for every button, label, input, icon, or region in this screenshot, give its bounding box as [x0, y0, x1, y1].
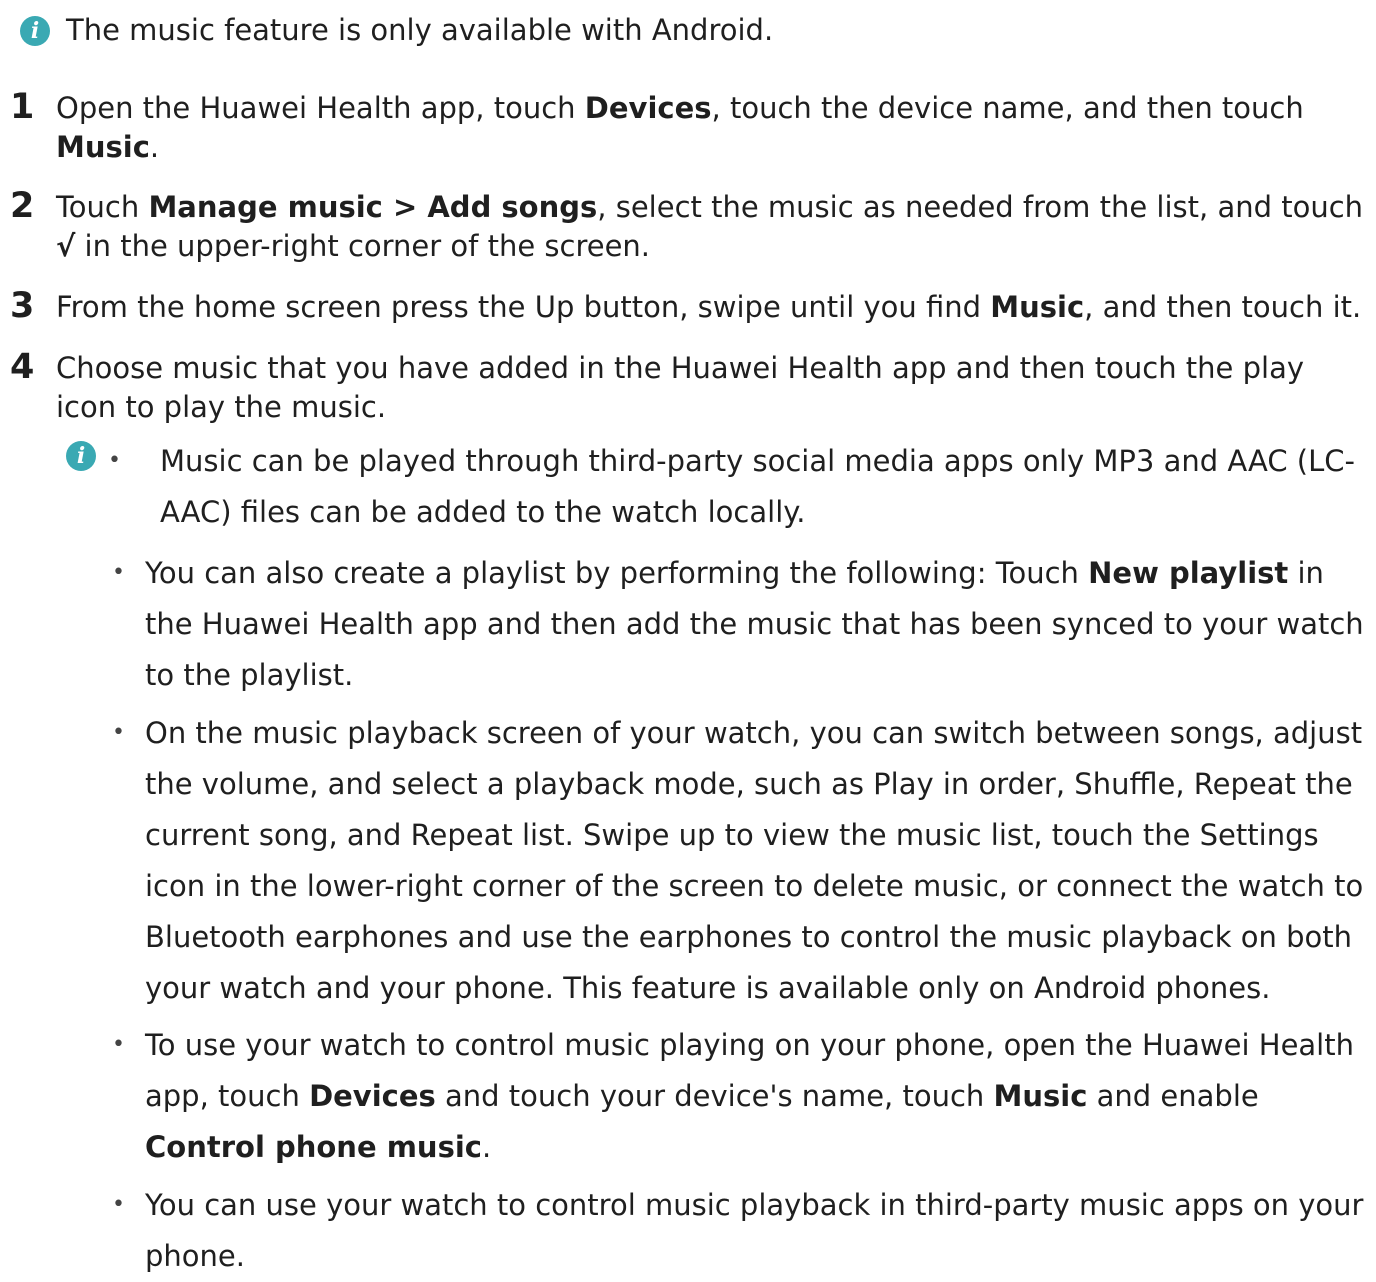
info-icon: i: [66, 441, 96, 471]
note-text: To use your watch to control music playi…: [145, 1028, 1354, 1164]
bullet: •: [112, 1192, 125, 1217]
info-icon: i: [20, 16, 50, 46]
step-text: Touch Manage music > Add songs, select t…: [56, 190, 1364, 263]
bullet: •: [108, 448, 121, 473]
step-text: Choose music that you have added in the …: [56, 351, 1305, 424]
top-note: The music feature is only available with…: [66, 13, 774, 47]
note-text: You can use your watch to control music …: [145, 1188, 1364, 1273]
step-number: 3: [10, 286, 35, 326]
step-number: 2: [10, 186, 35, 226]
step-number: 1: [10, 87, 35, 127]
bullet: •: [112, 560, 125, 585]
step-number: 4: [10, 347, 35, 387]
note-text: On the music playback screen of your wat…: [145, 716, 1364, 1005]
step-text: From the home screen press the Up button…: [56, 290, 1362, 324]
bullet: •: [112, 720, 125, 745]
note-text: Music can be played through third-party …: [160, 444, 1355, 529]
step-text: Open the Huawei Health app, touch Device…: [56, 91, 1304, 164]
bullet: •: [112, 1032, 125, 1057]
note-text: You can also create a playlist by perfor…: [145, 556, 1364, 692]
